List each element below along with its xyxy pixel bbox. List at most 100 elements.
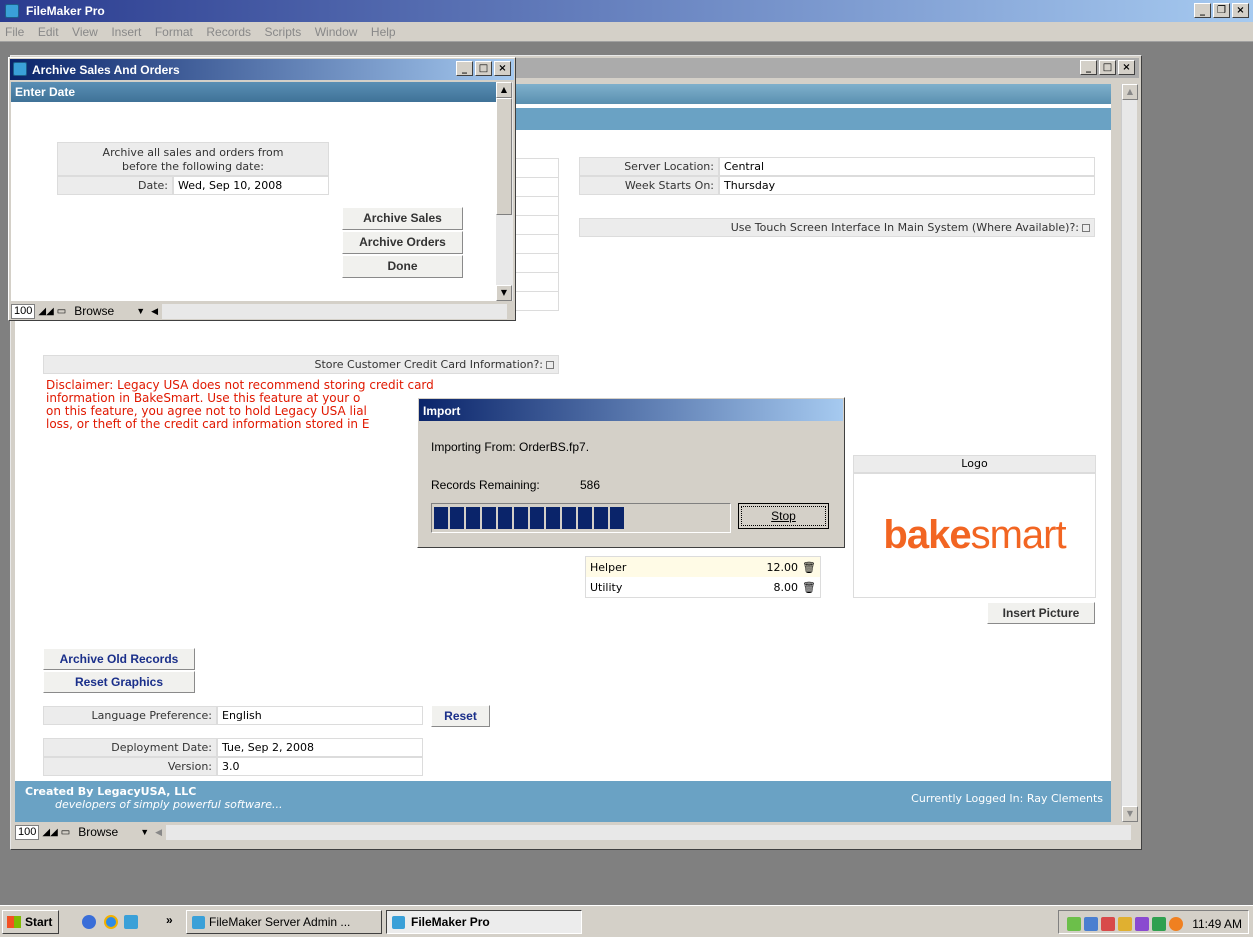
insert-picture-button[interactable]: Insert Picture <box>987 602 1095 624</box>
week-starts-field[interactable]: Thursday <box>719 176 1095 195</box>
archive-window: Archive Sales And Orders _ □ × Enter Dat… <box>8 57 516 321</box>
update-icon[interactable] <box>1118 917 1133 931</box>
archive-zoom-out-icon[interactable]: ◢ <box>38 306 46 317</box>
archive-window-titlebar: Archive Sales And Orders _ □ × <box>10 59 514 80</box>
archive-instruction-2: before the following date: <box>122 160 264 173</box>
show-desktop-icon[interactable] <box>82 915 96 929</box>
zoom-level[interactable]: 100 <box>15 824 40 840</box>
version-field[interactable]: 3.0 <box>217 757 423 776</box>
mode-selector[interactable]: Browse <box>74 825 122 839</box>
logo-container[interactable]: bakesmart <box>853 473 1096 598</box>
import-dialog: Import Importing From: OrderBS.fp7. Reco… <box>417 397 845 548</box>
progress-block <box>530 507 544 529</box>
task-filemaker-pro[interactable]: FileMaker Pro <box>386 910 582 934</box>
volume-icon[interactable] <box>1084 917 1099 931</box>
app-title: FileMaker Pro <box>26 4 105 18</box>
language-row: Language Preference: English <box>43 706 423 725</box>
archive-window-title: Archive Sales And Orders <box>32 63 180 77</box>
archive-scroll-thumb[interactable] <box>496 98 512 215</box>
menu-records[interactable]: Records <box>201 22 256 42</box>
archive-mode-dropdown-icon[interactable]: ▼ <box>136 306 145 316</box>
start-button[interactable]: Start <box>2 910 60 934</box>
progress-block <box>578 507 592 529</box>
server-location-label: Server Location: <box>579 157 719 176</box>
maximize-window-button[interactable]: □ <box>1099 60 1116 75</box>
menu-edit[interactable]: Edit <box>33 22 64 42</box>
touch-screen-checkbox[interactable] <box>1082 224 1090 232</box>
close-app-button[interactable]: × <box>1232 3 1249 18</box>
network-icon[interactable] <box>1067 917 1082 931</box>
mode-dropdown-icon[interactable]: ▼ <box>140 827 149 837</box>
main-vertical-scrollbar[interactable]: ▲ ▼ <box>1121 84 1138 822</box>
scroll-up-button[interactable]: ▲ <box>1122 84 1138 100</box>
archive-zoom-in-icon[interactable]: ◢ <box>46 306 54 317</box>
done-button[interactable]: Done <box>342 255 463 278</box>
security-icon[interactable] <box>1101 917 1116 931</box>
horizontal-scrollbar[interactable] <box>166 824 1131 840</box>
archive-old-records-button[interactable]: Archive Old Records <box>43 648 195 670</box>
list-item[interactable]: Helper 12.00 🗑 <box>586 557 820 577</box>
archive-minimize-button[interactable]: _ <box>456 61 473 76</box>
menu-view[interactable]: View <box>67 22 103 42</box>
menu-file[interactable]: File <box>0 22 29 42</box>
credit-card-row: Store Customer Credit Card Information?: <box>43 355 559 374</box>
zoom-out-icon[interactable]: ◢ <box>42 827 50 838</box>
menu-help[interactable]: Help <box>366 22 401 42</box>
archive-date-field[interactable]: Wed, Sep 10, 2008 <box>173 176 329 195</box>
archive-horizontal-scrollbar[interactable] <box>162 303 507 319</box>
archive-zoom-level[interactable]: 100 <box>11 303 36 319</box>
filemaker-quicklaunch-icon[interactable] <box>124 915 138 929</box>
task-1-label: FileMaker Server Admin ... <box>209 915 351 929</box>
restore-app-button[interactable]: ❐ <box>1213 3 1230 18</box>
archive-close-button[interactable]: × <box>494 61 511 76</box>
scroll-left-icon[interactable]: ◀ <box>155 827 162 838</box>
archive-status-toggle-icon[interactable]: ▭ <box>57 306 66 317</box>
task-filemaker-server-admin[interactable]: FileMaker Server Admin ... <box>186 910 382 934</box>
import-progress-bar <box>431 503 731 533</box>
archive-date-label: Date: <box>57 176 173 195</box>
quicklaunch-chevron-icon[interactable]: » <box>166 913 173 927</box>
archive-sales-button[interactable]: Archive Sales <box>342 207 463 230</box>
language-field[interactable]: English <box>217 706 423 725</box>
internet-explorer-icon[interactable] <box>104 915 118 929</box>
progress-block <box>610 507 624 529</box>
status-toggle-icon[interactable]: ▭ <box>61 827 70 838</box>
connection-icon[interactable] <box>1152 917 1167 931</box>
stop-button[interactable]: Stop <box>738 503 829 529</box>
role-name: Helper <box>590 560 627 574</box>
credit-card-checkbox[interactable] <box>546 361 554 369</box>
progress-block <box>562 507 576 529</box>
archive-scroll-up-button[interactable]: ▲ <box>496 82 512 98</box>
minimize-window-button[interactable]: _ <box>1080 60 1097 75</box>
archive-orders-button[interactable]: Archive Orders <box>342 231 463 254</box>
zoom-in-icon[interactable]: ◢ <box>50 827 58 838</box>
archive-maximize-button[interactable]: □ <box>475 61 492 76</box>
filemaker-pro-icon <box>392 916 405 929</box>
role-name: Utility <box>590 580 623 594</box>
trash-icon[interactable]: 🗑 <box>802 581 816 594</box>
archive-header: Enter Date <box>11 82 497 102</box>
minimize-app-button[interactable]: _ <box>1194 3 1211 18</box>
menu-insert[interactable]: Insert <box>106 22 146 42</box>
clock[interactable]: 11:49 AM <box>1192 917 1242 931</box>
import-dialog-title: Import <box>419 399 843 421</box>
menu-window[interactable]: Window <box>310 22 363 42</box>
menu-scripts[interactable]: Scripts <box>260 22 307 42</box>
server-location-field[interactable]: Central <box>719 157 1095 176</box>
close-window-button[interactable]: × <box>1118 60 1135 75</box>
start-label: Start <box>25 915 53 929</box>
trash-icon[interactable]: 🗑 <box>802 561 816 574</box>
archive-vertical-scrollbar[interactable]: ▲ ▼ <box>496 82 513 301</box>
archive-scroll-left-icon[interactable]: ◀ <box>151 306 158 317</box>
reset-graphics-button[interactable]: Reset Graphics <box>43 671 195 693</box>
server-tray-icon[interactable] <box>1135 917 1150 931</box>
archive-status-bar: 100 ◢ ◢ ▭ Browse ▼ ◀ <box>11 302 511 320</box>
scroll-down-button[interactable]: ▼ <box>1122 806 1138 822</box>
menu-format[interactable]: Format <box>150 22 198 42</box>
archive-mode-selector[interactable]: Browse <box>70 304 118 318</box>
reset-button[interactable]: Reset <box>431 705 490 727</box>
alert-icon[interactable] <box>1169 917 1184 931</box>
deployment-field[interactable]: Tue, Sep 2, 2008 <box>217 738 423 757</box>
list-item[interactable]: Utility 8.00 🗑 <box>586 577 820 597</box>
archive-scroll-down-button[interactable]: ▼ <box>496 285 512 301</box>
